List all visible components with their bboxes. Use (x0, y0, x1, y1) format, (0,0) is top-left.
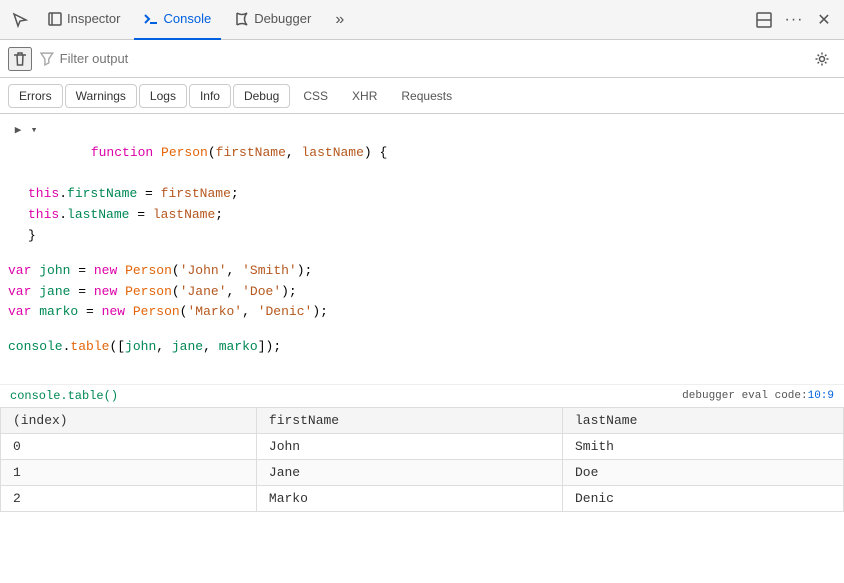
cell-lastname: Doe (562, 460, 843, 486)
split-icon (756, 12, 772, 28)
table-header: (index) firstName lastName (1, 408, 844, 434)
log-type-tabs: Errors Warnings Logs Info Debug CSS XHR … (0, 78, 844, 114)
collapse-arrow[interactable]: ▾ (24, 122, 44, 142)
cell-lastname: Denic (562, 486, 843, 512)
code-area: ▶ ▾ function Person(firstName, lastName)… (0, 114, 844, 384)
filter-input-wrap (40, 51, 800, 66)
tab-xhr[interactable]: XHR (341, 84, 388, 108)
close-button[interactable]: ✕ (810, 6, 838, 34)
cell-index: 2 (1, 486, 257, 512)
menu-icon: ··· (785, 11, 804, 29)
tab-warnings[interactable]: Warnings (65, 84, 137, 108)
close-icon: ✕ (817, 10, 830, 30)
menu-button[interactable]: ··· (780, 6, 808, 34)
debugger-info: debugger eval code:10:9 (682, 390, 834, 402)
tab-debugger[interactable]: Debugger (225, 0, 321, 40)
gear-icon (814, 51, 830, 67)
console-icon (144, 12, 158, 26)
inspector-label: Inspector (67, 11, 120, 26)
tab-logs[interactable]: Logs (139, 84, 187, 108)
tab-debug[interactable]: Debug (233, 84, 290, 108)
code-line-console-table: console.table([john, jane, marko]); (8, 337, 844, 358)
col-header-lastname: lastName (562, 408, 843, 434)
cell-index: 0 (1, 434, 257, 460)
code-line-close-brace: } (8, 226, 844, 247)
cell-firstname: John (256, 434, 562, 460)
filter-bar (0, 40, 844, 78)
clear-output-button[interactable] (8, 47, 32, 71)
pick-element-button[interactable] (6, 6, 34, 34)
table-row: 1JaneDoe (1, 460, 844, 486)
cell-firstname: Marko (256, 486, 562, 512)
toolbar: Inspector Console Debugger » ··· ✕ (0, 0, 844, 40)
console-table: (index) firstName lastName 0JohnSmith1Ja… (0, 407, 844, 512)
more-icon: » (335, 11, 343, 29)
filter-input[interactable] (60, 51, 800, 66)
settings-button[interactable] (808, 45, 836, 73)
code-line-jane: var jane = new Person('Jane', 'Doe'); (8, 282, 844, 303)
table-call-label: console.table() (10, 389, 118, 403)
cell-lastname: Smith (562, 434, 843, 460)
trash-icon (12, 51, 28, 67)
table-header-row: console.table() debugger eval code:10:9 (0, 384, 844, 407)
more-tools-button[interactable]: » (325, 6, 353, 34)
cell-firstname: Jane (256, 460, 562, 486)
code-line-marko: var marko = new Person('Marko', 'Denic')… (8, 302, 844, 323)
console-label: Console (163, 11, 211, 26)
col-header-index: (index) (1, 408, 257, 434)
tab-inspector[interactable]: Inspector (38, 0, 130, 40)
cell-index: 1 (1, 460, 257, 486)
code-block-header: ▶ ▾ function Person(firstName, lastName)… (8, 122, 844, 184)
code-keyword-function: function (91, 145, 161, 160)
tab-requests[interactable]: Requests (390, 84, 463, 108)
code-line-john: var john = new Person('John', 'Smith'); (8, 261, 844, 282)
tab-css[interactable]: CSS (292, 84, 339, 108)
tab-info[interactable]: Info (189, 84, 231, 108)
tab-errors[interactable]: Errors (8, 84, 63, 108)
code-line-lastname: this.lastName = lastName; (28, 205, 844, 226)
inspector-icon (48, 12, 62, 26)
table-row: 2MarkoDenic (1, 486, 844, 512)
tab-console[interactable]: Console (134, 0, 221, 40)
debugger-label: Debugger (254, 11, 311, 26)
code-line-firstname: this.firstName = firstName; (28, 184, 844, 205)
code-fname: Person (161, 145, 208, 160)
table-row: 0JohnSmith (1, 434, 844, 460)
filter-icon (40, 52, 54, 66)
split-console-button[interactable] (750, 6, 778, 34)
col-header-firstname: firstName (256, 408, 562, 434)
debugger-icon (235, 12, 249, 26)
